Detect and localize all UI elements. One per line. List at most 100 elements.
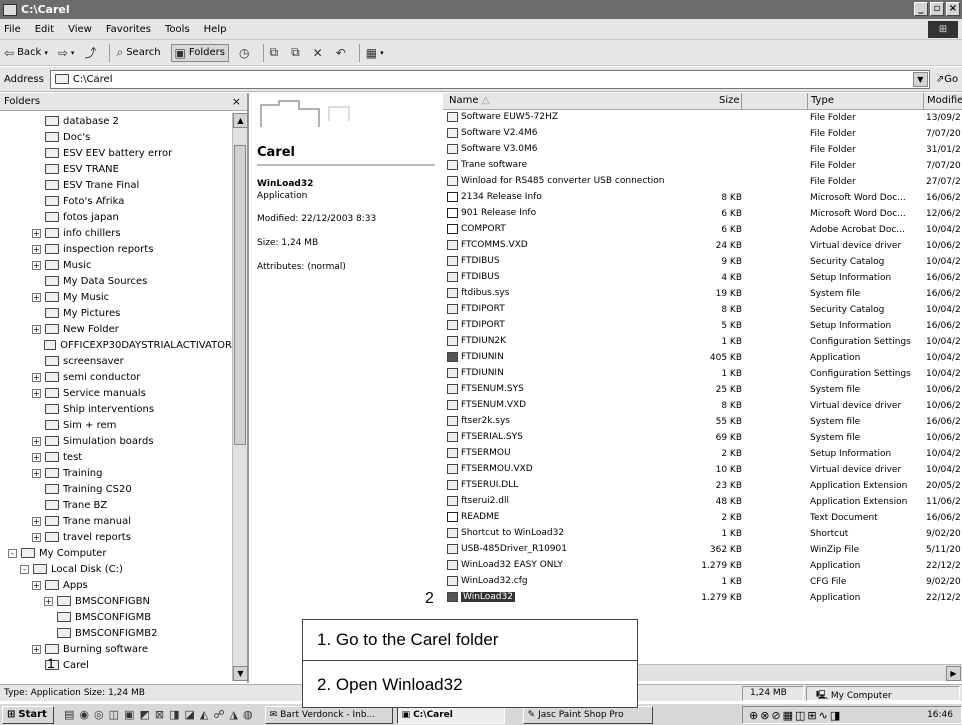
file-row[interactable]: WinLoad32 EASY ONLY 1.279 KB Application 22…: [443, 559, 962, 575]
expand-icon[interactable]: +: [32, 388, 41, 398]
expand-icon[interactable]: +: [32, 532, 41, 542]
menu-tools[interactable]: Tools: [165, 24, 190, 35]
expand-icon[interactable]: +: [32, 228, 41, 238]
go-button[interactable]: ⇗Go: [936, 74, 958, 85]
scroll-up-button[interactable]: ▲: [233, 113, 248, 128]
column-separator[interactable]: [923, 93, 924, 110]
expand-icon[interactable]: +: [32, 468, 41, 478]
tree-item[interactable]: + test: [0, 449, 232, 465]
tree-item[interactable]: Carel: [0, 657, 232, 673]
file-row[interactable]: WinLoad32 1.279 KB Application 22/12/2: [443, 591, 962, 607]
folders-scrollbar[interactable]: ▲ ▼: [232, 113, 248, 681]
scroll-right-button[interactable]: ▶: [946, 666, 961, 681]
file-row[interactable]: FTDIUN2K 1 KB Configuration Settings 10/04/…: [443, 335, 962, 351]
collapse-icon[interactable]: -: [8, 548, 17, 558]
window-icon[interactable]: ◨: [169, 708, 179, 721]
tree-item[interactable]: ESV Trane Final: [0, 177, 232, 193]
file-row[interactable]: Software EUW5-72HZ File Folder 13/09/2: [443, 111, 962, 127]
file-row[interactable]: FTSERMOU.VXD 10 KB Virtual device driver 10…: [443, 463, 962, 479]
tree-item[interactable]: database 2: [0, 113, 232, 129]
delete-button[interactable]: ✕: [313, 46, 326, 60]
tree-item[interactable]: + Training: [0, 465, 232, 481]
tree-item[interactable]: Trane BZ: [0, 497, 232, 513]
expand-icon[interactable]: +: [32, 644, 41, 654]
address-dropdown-button[interactable]: ▼: [912, 71, 928, 87]
file-row[interactable]: FTDIPORT 8 KB Security Catalog 10/04/2: [443, 303, 962, 319]
tree-item[interactable]: BMSCONFIGMB2: [0, 625, 232, 641]
folders-pane-close-button[interactable]: ×: [232, 95, 241, 108]
file-row[interactable]: USB-485Driver_R10901 362 KB WinZip File 5/1…: [443, 543, 962, 559]
tree-item[interactable]: fotos japan: [0, 209, 232, 225]
tree-item[interactable]: + inspection reports: [0, 241, 232, 257]
file-row[interactable]: WinLoad32.cfg 1 KB CFG File 9/02/20: [443, 575, 962, 591]
column-size-header[interactable]: Size: [719, 95, 740, 106]
expand-icon[interactable]: +: [32, 580, 41, 590]
file-row[interactable]: Trane software File Folder 7/07/20: [443, 159, 962, 175]
forward-button[interactable]: ⇨ ▾: [58, 46, 75, 60]
file-row[interactable]: Software V3.0M6 File Folder 31/01/2: [443, 143, 962, 159]
explorer-icon[interactable]: ◪: [184, 708, 194, 721]
tree-item[interactable]: Foto's Afrika: [0, 193, 232, 209]
globe-icon[interactable]: ◍: [243, 708, 253, 721]
tree-item[interactable]: My Pictures: [0, 305, 232, 321]
tree-item[interactable]: + Service manuals: [0, 385, 232, 401]
tree-item[interactable]: Ship interventions: [0, 401, 232, 417]
tree-item[interactable]: OFFICEXP30DAYSTRIALACTIVATOR: [0, 337, 232, 353]
file-row[interactable]: ftdibus.sys 19 KB System file 16/06/2: [443, 287, 962, 303]
file-row[interactable]: FTDIBUS 4 KB Setup Information 16/06/2: [443, 271, 962, 287]
tree-item[interactable]: + info chillers: [0, 225, 232, 241]
tree-item[interactable]: Doc's: [0, 129, 232, 145]
file-row[interactable]: FTDIUNIN 405 KB Application 10/04/2: [443, 351, 962, 367]
file-row[interactable]: README 2 KB Text Document 16/06/2: [443, 511, 962, 527]
folders-button[interactable]: ▣ Folders: [170, 43, 230, 62]
file-row[interactable]: 2134 Release Info 8 KB Microsoft Word Doc.…: [443, 191, 962, 207]
task-outlook[interactable]: ✉ Bart Verdonck - Inb...: [264, 705, 393, 724]
expand-icon[interactable]: +: [32, 324, 41, 334]
file-row[interactable]: ftserui2.dll 48 KB Application Extension 11…: [443, 495, 962, 511]
tree-item[interactable]: + Music: [0, 257, 232, 273]
tree-item[interactable]: + Apps: [0, 577, 232, 593]
expand-icon[interactable]: +: [44, 596, 53, 606]
excel-icon[interactable]: ⊠: [155, 708, 164, 721]
history-button[interactable]: ◷: [239, 46, 252, 60]
menu-help[interactable]: Help: [204, 24, 227, 35]
tree-item[interactable]: Sim + rem: [0, 417, 232, 433]
browser-icon[interactable]: ◉: [79, 708, 89, 721]
file-row[interactable]: FTDIUNIN 1 KB Configuration Settings 10/04/…: [443, 367, 962, 383]
maximize-button[interactable]: ▫: [930, 2, 944, 16]
collapse-icon[interactable]: -: [20, 564, 29, 574]
tree-item[interactable]: + Simulation boards: [0, 433, 232, 449]
tool-icon[interactable]: ◭: [200, 708, 208, 721]
file-row[interactable]: FTSERMOU 2 KB Setup Information 10/04/2: [443, 447, 962, 463]
people-icon[interactable]: ☍: [213, 708, 224, 721]
file-row[interactable]: FTCOMMS.VXD 24 KB Virtual device driver 10/…: [443, 239, 962, 255]
file-row[interactable]: Shortcut to WinLoad32 1 KB Shortcut 9/02/20: [443, 527, 962, 543]
chart-icon[interactable]: ◮: [229, 708, 237, 721]
column-separator[interactable]: [741, 93, 742, 110]
scroll-down-button[interactable]: ▼: [233, 666, 248, 681]
menu-view[interactable]: View: [68, 24, 92, 35]
tree-item[interactable]: + semi conductor: [0, 369, 232, 385]
file-row[interactable]: 901 Release Info 6 KB Microsoft Word Doc..…: [443, 207, 962, 223]
tree-item[interactable]: screensaver: [0, 353, 232, 369]
menu-edit[interactable]: Edit: [35, 24, 54, 35]
expand-icon[interactable]: +: [32, 436, 41, 446]
desktop-icon[interactable]: ▤: [64, 708, 74, 721]
copy-to-button[interactable]: ⧉: [291, 45, 303, 60]
address-input[interactable]: C:\Carel ▼: [49, 69, 930, 89]
app-icon[interactable]: ◫: [109, 708, 119, 721]
file-row[interactable]: FTSERUI.DLL 23 KB Application Extension 20/…: [443, 479, 962, 495]
column-separator[interactable]: [807, 93, 808, 110]
tree-item[interactable]: + My Music: [0, 289, 232, 305]
word-icon[interactable]: ▣: [124, 708, 134, 721]
column-modified-header[interactable]: Modified: [927, 95, 962, 106]
paint-icon[interactable]: ◩: [139, 708, 149, 721]
close-button[interactable]: ×: [946, 2, 960, 16]
expand-icon[interactable]: +: [32, 372, 41, 382]
file-row[interactable]: FTSENUM.VXD 8 KB Virtual device driver 10/0…: [443, 399, 962, 415]
column-type-header[interactable]: Type: [811, 95, 834, 106]
file-row[interactable]: FTSERIAL.SYS 69 KB System file 10/06/2: [443, 431, 962, 447]
file-row[interactable]: COMPORT 6 KB Adobe Acrobat Doc... 10/04/2: [443, 223, 962, 239]
start-button[interactable]: ⊞ Start: [2, 705, 54, 724]
file-row[interactable]: FTDIBUS 9 KB Security Catalog 10/04/2: [443, 255, 962, 271]
